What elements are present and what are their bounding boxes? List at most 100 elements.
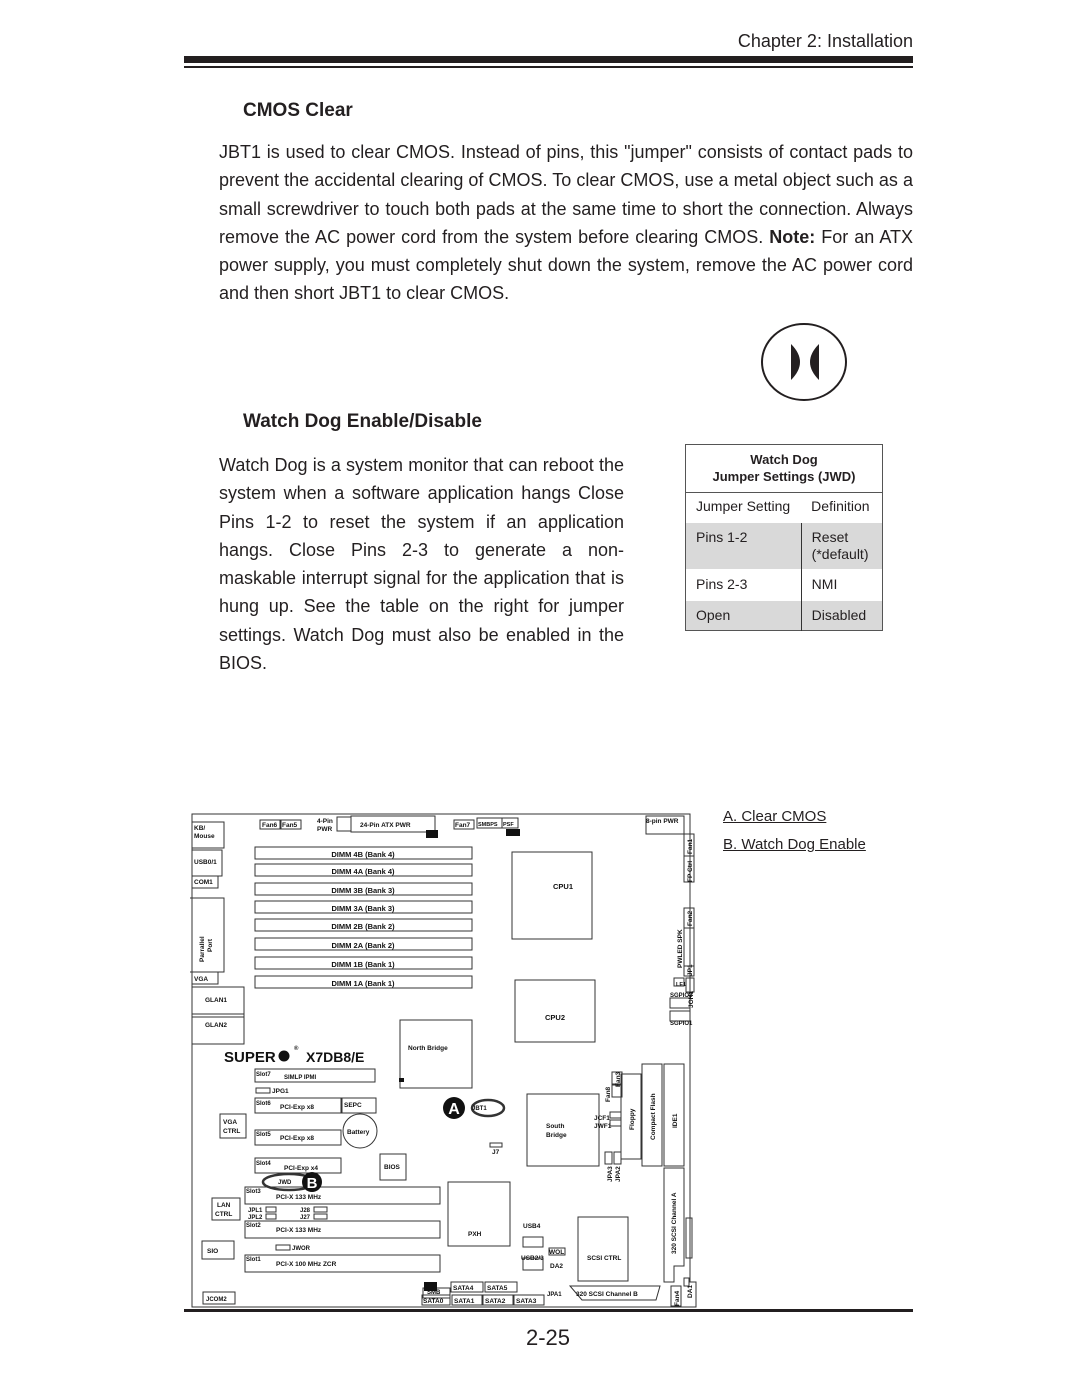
label-dimm-4b: DIMM 4B (Bank 4): [331, 850, 395, 859]
label-4pin-pwr: PWR: [317, 826, 332, 833]
cell-setting: Pins 1-2: [685, 523, 802, 569]
label-jpa2: JPA2: [615, 1166, 622, 1182]
watchdog-heading: Watch Dog Enable/Disable: [243, 411, 482, 432]
label-fan7: Fan7: [455, 822, 471, 829]
cell-definition: NMI: [800, 569, 883, 601]
watchdog-paragraph: Watch Dog is a system monitor that can r…: [219, 455, 624, 674]
header-rule-thick: [184, 56, 913, 63]
brand-name: SUPER: [224, 1049, 276, 1066]
jpa2-jumper: [613, 1151, 622, 1165]
label-fan2: Fan2: [687, 910, 694, 926]
label-cpu2: CPU2: [545, 1013, 565, 1022]
definition-text: Reset: [811, 529, 849, 545]
label-dimm-2a: DIMM 2A (Bank 2): [331, 941, 395, 950]
label-sata2: SATA2: [485, 1298, 506, 1305]
label-usb01: USB0/1: [194, 859, 217, 866]
note-label: Note:: [769, 226, 816, 247]
table-row: Open Disabled: [685, 601, 883, 631]
parallel-port: [190, 897, 225, 973]
jpl1-jumper: [265, 1206, 277, 1213]
label-fan1: Fan1: [687, 838, 694, 854]
cmos-paragraph: JBT1 is used to clear CMOS. Instead of p…: [219, 138, 913, 308]
label-sata1: SATA1: [454, 1298, 475, 1305]
label-south: South: [546, 1123, 564, 1130]
label-slot6-desc: PCI-Exp x8: [280, 1104, 314, 1111]
header-rule-thin: [184, 66, 913, 68]
label-sata3: SATA3: [516, 1298, 537, 1305]
cell-definition: Disabled: [800, 601, 883, 631]
label-sio: SIO: [207, 1248, 218, 1255]
label-slot7: Slot7: [256, 1072, 271, 1078]
label-psf: PSF: [503, 822, 514, 828]
4pin-pwr: [336, 816, 352, 832]
label-fp-ctrl: FP Ctrl: [687, 861, 694, 882]
label-smb: SMB: [427, 1290, 441, 1296]
label-slot6: Slot6: [256, 1101, 271, 1107]
label-slot1-desc: PCI-X 100 MHz ZCR: [276, 1261, 337, 1268]
label-fan4: Fan4: [674, 1290, 681, 1306]
label-bridge: Bridge: [546, 1132, 567, 1139]
label-lan-ctrl2: CTRL: [215, 1211, 232, 1218]
jwf1-jumper: [609, 1119, 622, 1127]
table-title: Watch Dog Jumper Settings (JWD): [685, 444, 883, 493]
jcf1-jumper: [609, 1111, 622, 1119]
label-da1: DA1: [687, 1285, 694, 1298]
label-jcom2: JCOM2: [206, 1297, 227, 1303]
label-jbt1: JBT1: [472, 1106, 487, 1112]
label-battery: Battery: [347, 1129, 370, 1136]
label-fan8: Fan8: [605, 1086, 612, 1102]
definition-note: (*default): [811, 546, 869, 562]
label-port: Port: [207, 938, 214, 952]
label-slot4: Slot4: [256, 1161, 271, 1167]
table-row: Pins 1-2 Reset (*default): [685, 523, 883, 569]
label-scsi-b: 320 SCSI Channel B: [576, 1291, 638, 1298]
label-sata4: SATA4: [453, 1285, 474, 1292]
label-compact-flash: Compact Flash: [650, 1093, 657, 1140]
da1-led: [683, 1277, 690, 1287]
label-floppy: Floppy: [629, 1108, 636, 1130]
label-dimm-4a: DIMM 4A (Bank 4): [331, 867, 395, 876]
jpa3-jumper: [604, 1151, 613, 1165]
label-fan5: Fan5: [282, 822, 298, 829]
scsi-ctrl-chip: [577, 1216, 629, 1282]
label-jpl2: JPL2: [248, 1215, 263, 1221]
scsi-a-bar: [685, 1217, 693, 1259]
j27-jumper: [313, 1213, 328, 1220]
label-jwd: JWD: [278, 1180, 292, 1186]
cell-setting: Pins 2-3: [696, 576, 748, 592]
label-slot3-desc: PCI-X 133 MHz: [276, 1194, 322, 1201]
motherboard-layout-diagram: A B SUPER ® X7DB8/E KB/ Mouse USB0/1 COM…: [190, 813, 697, 1308]
contact-pads-icon: [761, 323, 847, 401]
legend-watch-dog: B. Watch Dog Enable: [723, 836, 866, 853]
page-number: 2-25: [525, 1325, 571, 1350]
label-jp1: JP1: [687, 964, 694, 976]
board-model: X7DB8/E: [306, 1049, 364, 1065]
label-atx: 24-Pin ATX PWR: [360, 822, 411, 829]
label-lan-ctrl1: LAN: [217, 1202, 231, 1209]
label-parallel: Parrallel: [199, 936, 206, 962]
label-sata5: SATA5: [487, 1285, 508, 1292]
table-title-line2: Jumper Settings (JWD): [712, 469, 856, 484]
label-slot1: Slot1: [246, 1257, 261, 1263]
cmos-heading: CMOS Clear: [243, 100, 353, 121]
label-da2: DA2: [550, 1263, 563, 1270]
cpu1-socket: [511, 851, 593, 940]
cell-definition: Reset (*default): [800, 523, 883, 569]
jar-jumper: [426, 830, 438, 838]
jpl2-jumper: [265, 1213, 277, 1220]
slot2: [244, 1220, 441, 1239]
label-dimm-3a: DIMM 3A (Bank 3): [331, 904, 395, 913]
footer-rule: [184, 1309, 913, 1312]
slot1: [244, 1254, 441, 1273]
label-jcf1: JCF1: [594, 1115, 610, 1122]
label-dimm-2b: DIMM 2B (Bank 2): [331, 922, 395, 931]
label-4pin: 4-Pin: [317, 818, 333, 825]
label-vga-ctrl2: CTRL: [223, 1128, 240, 1135]
north-bridge: [399, 1019, 473, 1089]
label-jpa1: JPA1: [547, 1292, 562, 1298]
sgpio2-header: [669, 997, 691, 1009]
label-dimm-3b: DIMM 3B (Bank 3): [331, 886, 395, 895]
label-j28: J28: [300, 1208, 311, 1214]
label-jpg1: JPG1: [272, 1088, 289, 1095]
label-8pin-pwr: 8-pin PWR: [646, 818, 679, 825]
